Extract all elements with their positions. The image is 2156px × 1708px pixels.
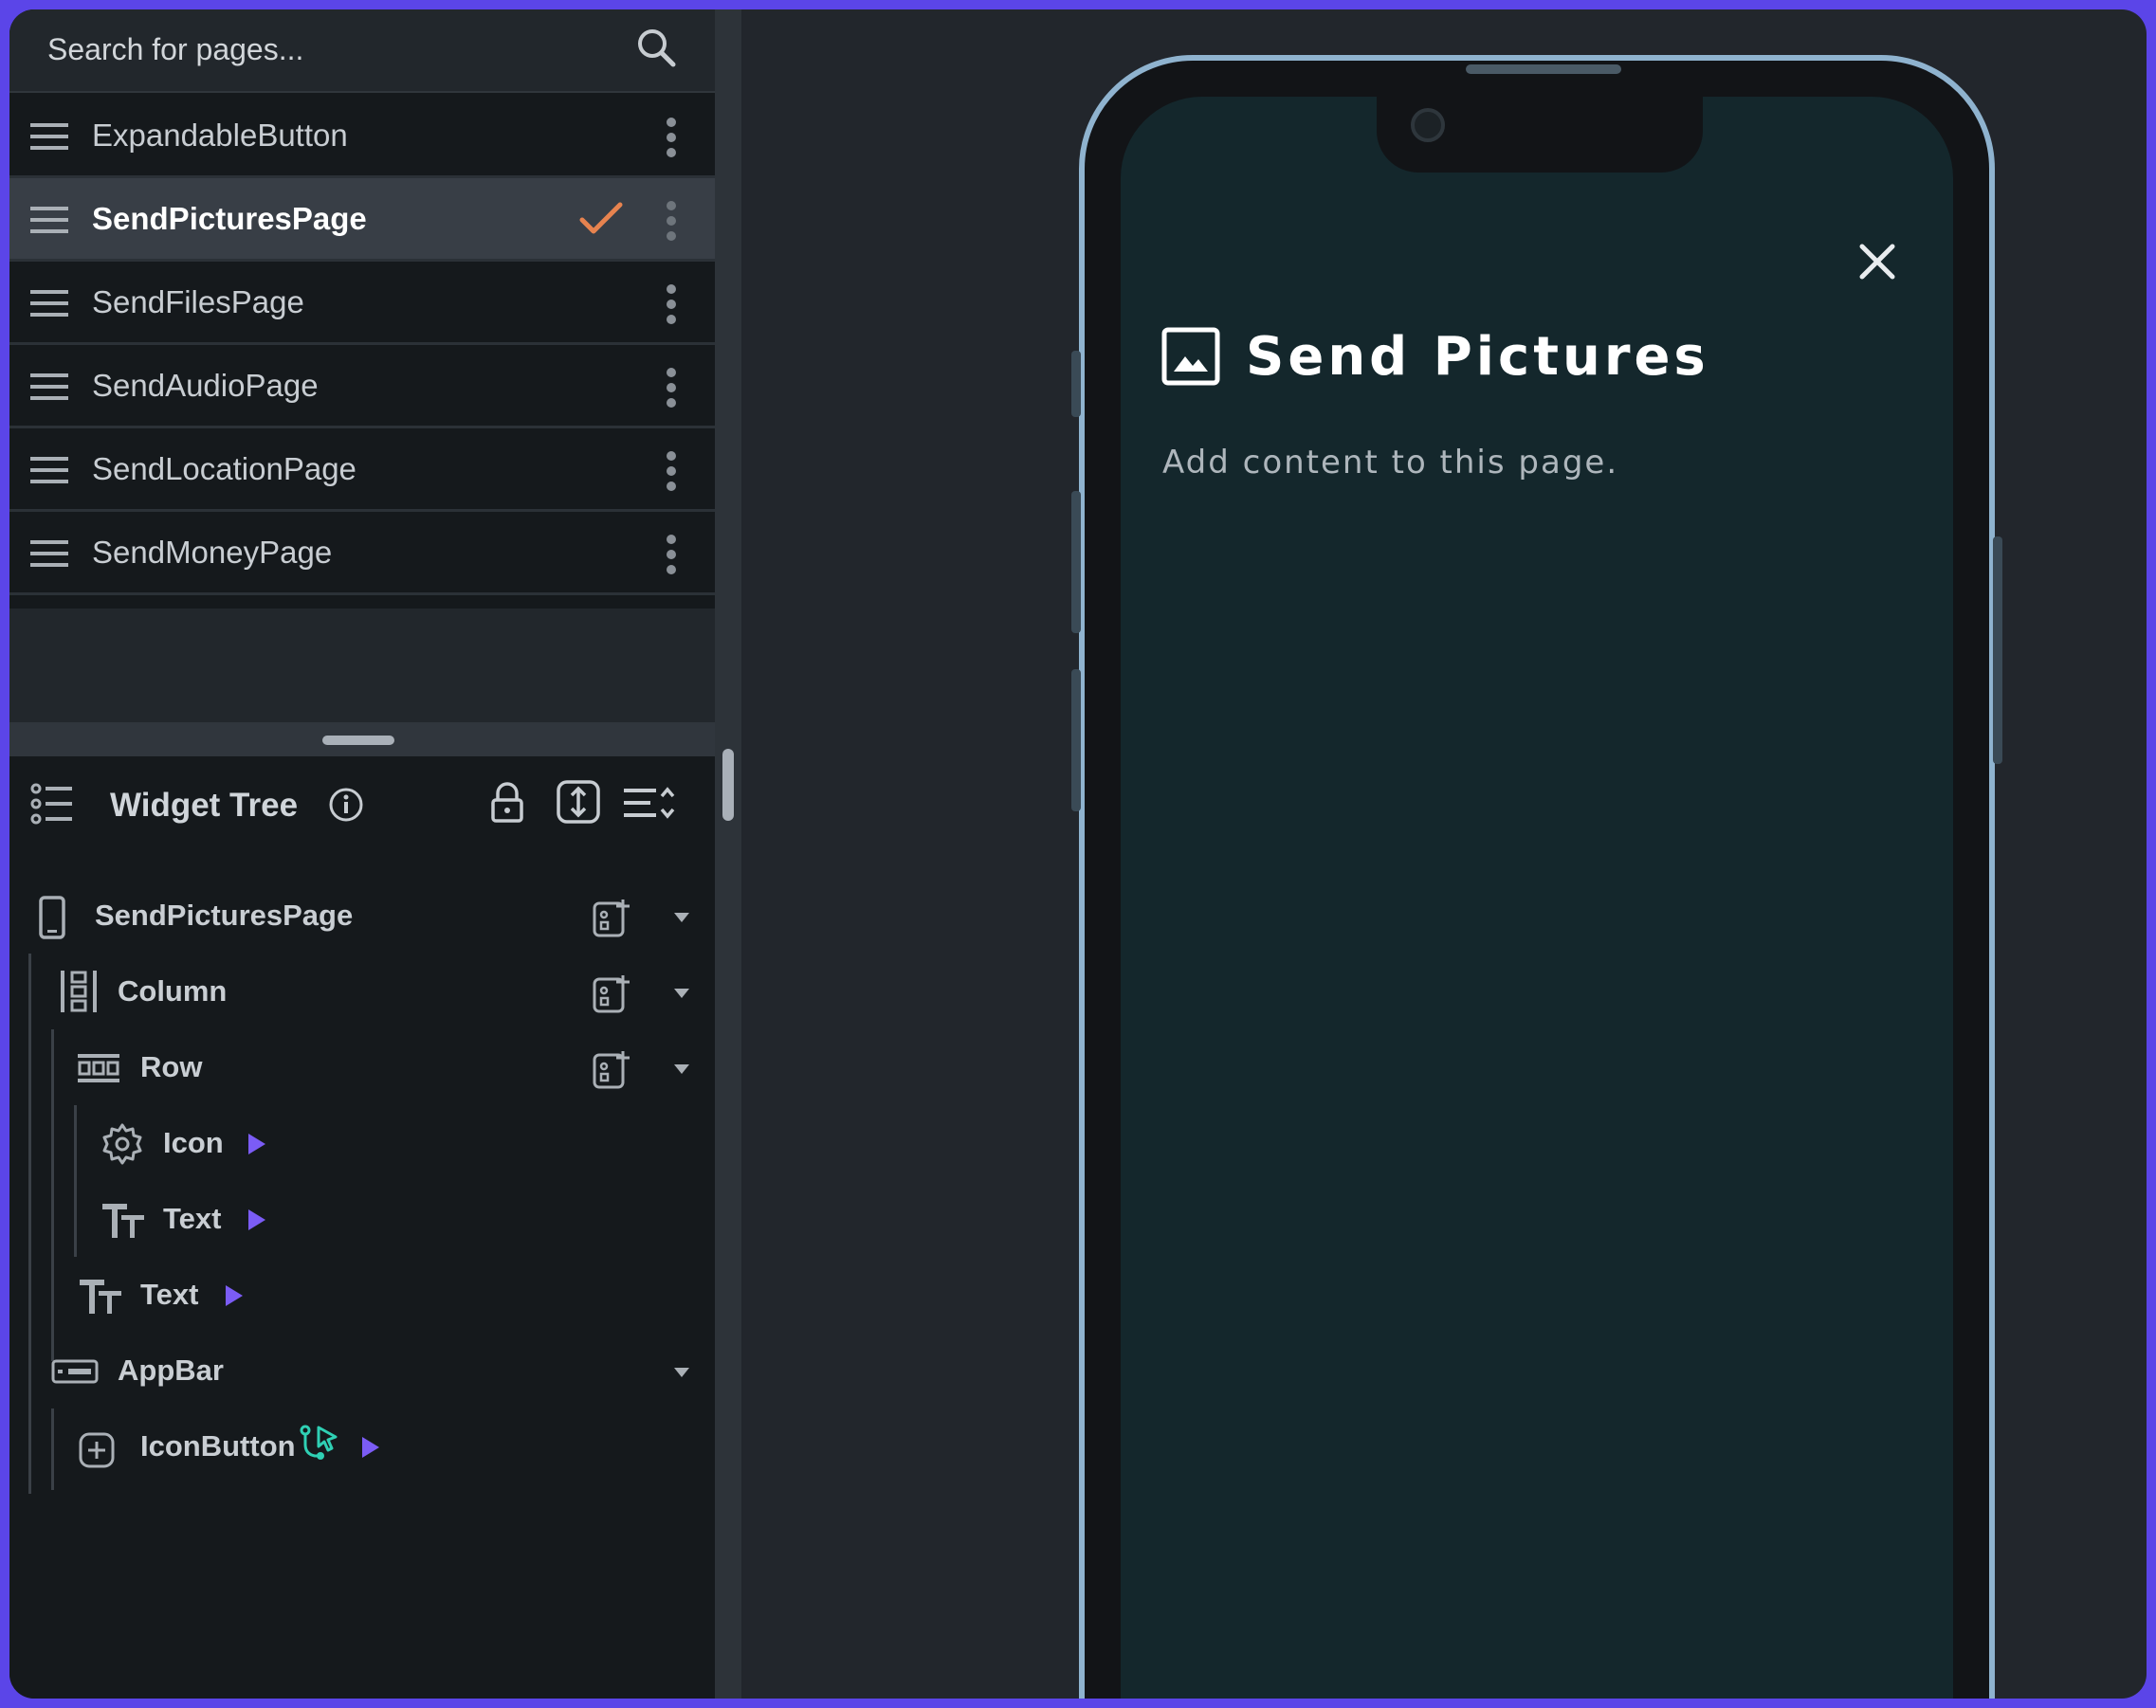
page-item-sendfilespage[interactable]: SendFilesPage — [9, 262, 715, 345]
phone-side-button — [1993, 536, 2002, 764]
preview-body-text: Add content to this page. — [1162, 444, 1619, 482]
column-icon — [61, 971, 97, 1012]
more-vert-icon[interactable] — [662, 116, 681, 159]
page-item-label: ExpandableButton — [92, 118, 348, 153]
tree-list-icon — [30, 783, 72, 825]
phone-icon — [39, 896, 65, 939]
tree-node-label: Text — [140, 1278, 199, 1311]
phone-side-button — [1071, 491, 1081, 633]
play-arrow-icon[interactable] — [360, 1435, 381, 1460]
page-list: ExpandableButton SendPicturesPage SendFi… — [9, 95, 715, 595]
expand-collapse-icon[interactable] — [556, 779, 601, 825]
tree-node-label: Row — [140, 1050, 203, 1083]
chevron-down-icon[interactable] — [673, 912, 690, 923]
page-item-expandablebutton[interactable]: ExpandableButton — [9, 95, 715, 178]
drag-handle-icon[interactable] — [30, 453, 68, 487]
tree-node-row[interactable]: Row — [9, 1031, 715, 1107]
page-item-sendmoneypage[interactable]: SendMoneyPage — [9, 512, 715, 595]
page-item-label: SendFilesPage — [92, 284, 304, 319]
info-icon[interactable] — [328, 787, 364, 823]
search-input[interactable] — [47, 25, 616, 74]
page-item-label: SendAudioPage — [92, 368, 319, 403]
left-panel: ExpandableButton SendPicturesPage SendFi… — [9, 9, 715, 1699]
page-search-bar — [9, 9, 715, 93]
widget-tree-title: Widget Tree — [110, 787, 299, 824]
tree-node-label: AppBar — [118, 1354, 224, 1387]
close-icon[interactable] — [1851, 235, 1904, 288]
page-item-sendaudiopage[interactable]: SendAudioPage — [9, 345, 715, 428]
page-item-sendpicturespage[interactable]: SendPicturesPage — [9, 178, 715, 262]
chevron-down-icon[interactable] — [673, 1063, 690, 1075]
phone-side-button — [1071, 669, 1081, 811]
more-vert-icon[interactable] — [662, 282, 681, 326]
gear-icon — [102, 1123, 142, 1165]
drag-handle-icon[interactable] — [30, 286, 68, 320]
tree-node-appbar[interactable]: AppBar — [9, 1335, 715, 1410]
action-flow-icon[interactable] — [300, 1424, 339, 1465]
play-arrow-icon[interactable] — [224, 1283, 245, 1308]
plus-box-icon — [79, 1432, 115, 1468]
add-child-icon[interactable] — [592, 1048, 633, 1090]
scrollbar-thumb[interactable] — [722, 749, 734, 821]
tree-node-iconbutton[interactable]: IconButton — [9, 1410, 715, 1486]
sort-options-icon[interactable] — [622, 785, 677, 821]
lock-icon[interactable] — [489, 781, 525, 825]
check-icon — [579, 202, 623, 234]
more-vert-icon[interactable] — [662, 533, 681, 576]
search-icon[interactable] — [631, 23, 681, 72]
text-icon — [80, 1280, 121, 1314]
panel-scrollbar[interactable] — [715, 9, 741, 1699]
tree-node-column[interactable]: Column — [9, 955, 715, 1031]
more-vert-icon[interactable] — [662, 366, 681, 409]
tree-node-label: Text — [163, 1202, 222, 1235]
phone-speaker — [1466, 64, 1621, 74]
page-item-sendlocationpage[interactable]: SendLocationPage — [9, 428, 715, 512]
app-window: ExpandableButton SendPicturesPage SendFi… — [9, 9, 2147, 1699]
tree-node-label: IconButton — [140, 1429, 296, 1463]
page-item-label: SendLocationPage — [92, 451, 356, 486]
drag-handle-icon[interactable] — [30, 536, 68, 571]
tree-node-sendpicturespage[interactable]: SendPicturesPage — [9, 880, 715, 955]
phone-camera — [1411, 108, 1445, 142]
resize-grip[interactable] — [322, 736, 394, 745]
panel-resize-handle[interactable] — [9, 722, 715, 756]
drag-handle-icon[interactable] — [30, 119, 68, 154]
add-child-icon[interactable] — [592, 972, 633, 1014]
play-arrow-icon[interactable] — [247, 1132, 267, 1156]
tree-node-text[interactable]: Text — [9, 1259, 715, 1335]
page-item-label: SendMoneyPage — [92, 535, 333, 570]
tree-node-label: Column — [118, 974, 228, 1008]
tree-node-label: SendPicturesPage — [95, 899, 354, 932]
row-icon — [78, 1054, 119, 1082]
drag-handle-icon[interactable] — [30, 203, 68, 237]
tree-node-text[interactable]: Text — [9, 1183, 715, 1259]
chevron-down-icon[interactable] — [673, 988, 690, 999]
more-vert-icon[interactable] — [662, 449, 681, 493]
tree-node-icon[interactable]: Icon — [9, 1107, 715, 1183]
widget-tree-header: Widget Tree — [9, 756, 715, 851]
more-vert-icon[interactable] — [662, 199, 681, 243]
add-child-icon[interactable] — [592, 897, 633, 938]
page-item-label: SendPicturesPage — [92, 201, 367, 236]
phone-side-button — [1071, 351, 1081, 417]
image-icon — [1161, 327, 1220, 386]
tree-node-label: Icon — [163, 1126, 224, 1159]
page-list-empty-area — [9, 609, 715, 722]
text-icon — [102, 1204, 144, 1238]
chevron-down-icon[interactable] — [673, 1367, 690, 1378]
appbar-icon — [51, 1359, 99, 1384]
drag-handle-icon[interactable] — [30, 370, 68, 404]
preview-page-title: Send Pictures — [1246, 326, 1709, 388]
play-arrow-icon[interactable] — [247, 1208, 267, 1232]
